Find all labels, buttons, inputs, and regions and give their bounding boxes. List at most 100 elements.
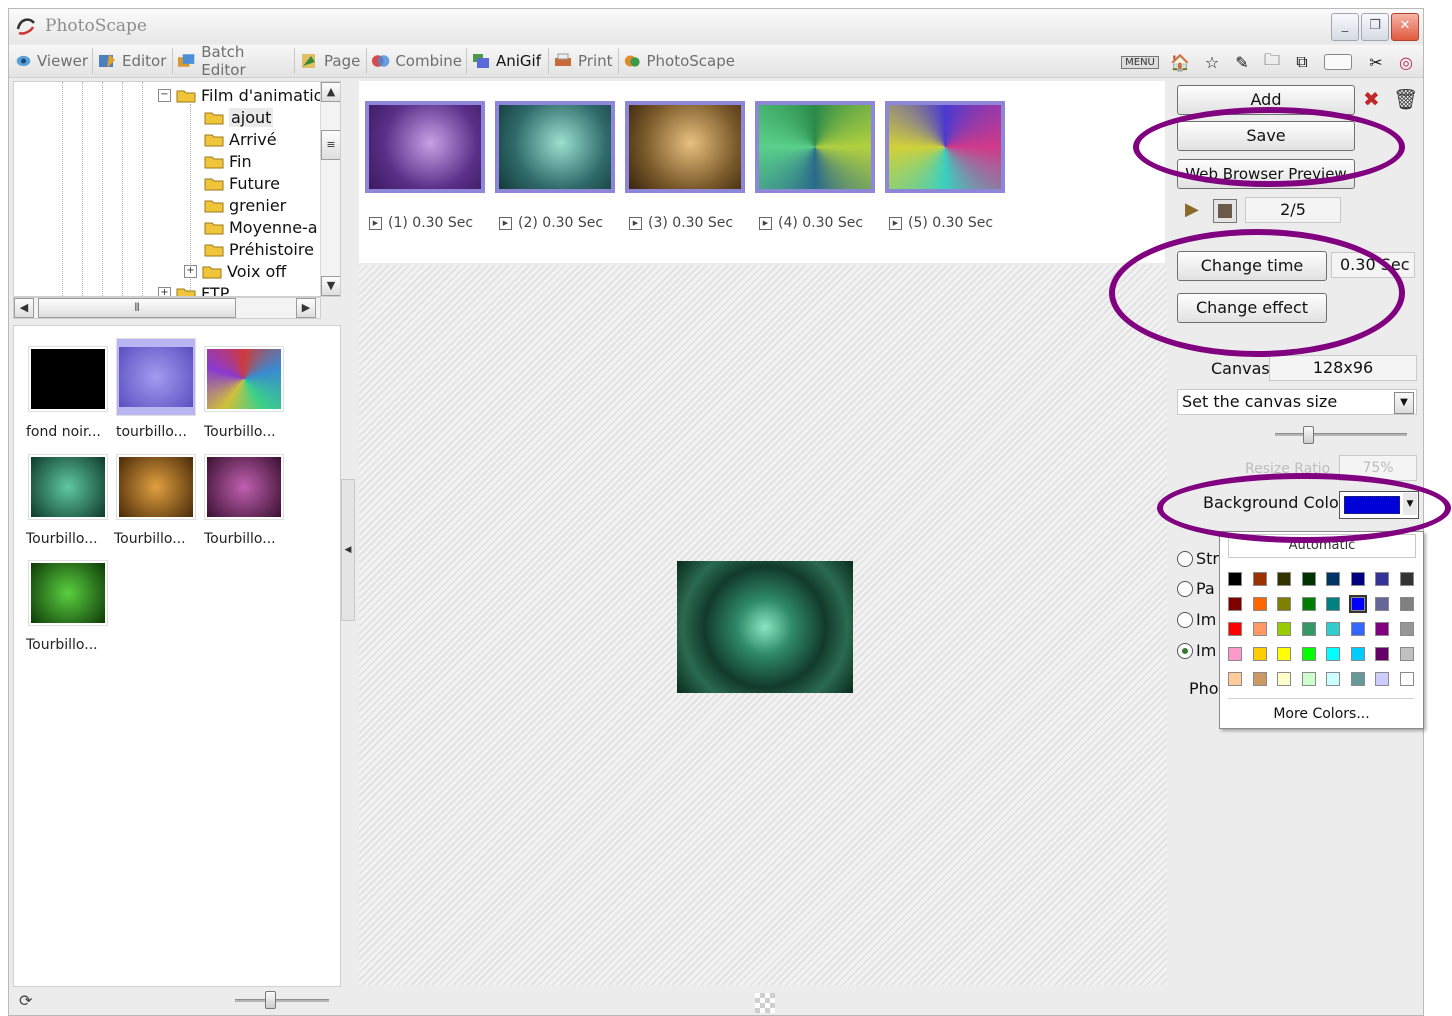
color-swatch[interactable] [1228, 597, 1242, 611]
color-swatch[interactable] [1277, 647, 1291, 661]
stop-button[interactable] [1213, 199, 1237, 223]
trash-icon[interactable]: 🗑 [1393, 87, 1418, 111]
color-swatch[interactable] [1399, 597, 1414, 611]
tab-print[interactable]: Print [549, 48, 619, 74]
radio-option[interactable] [1177, 612, 1193, 628]
expand-icon[interactable]: + [158, 286, 171, 296]
color-swatch[interactable] [1375, 572, 1389, 586]
color-swatch[interactable] [1301, 647, 1316, 661]
color-swatch[interactable] [1375, 622, 1389, 636]
thumbnail-item[interactable] [116, 338, 196, 416]
transparency-checker-icon[interactable] [755, 993, 775, 1013]
help-icon[interactable]: ◎ [1395, 51, 1417, 73]
frame-caption[interactable]: ▶ (4) 0.30 Sec [759, 215, 863, 231]
tools-icon[interactable]: ✎ [1231, 51, 1253, 73]
color-swatch[interactable] [1399, 622, 1414, 636]
blank-icon[interactable] [1323, 51, 1353, 73]
thumbnail-item[interactable] [28, 454, 108, 520]
color-swatch[interactable] [1277, 597, 1291, 611]
scroll-left-icon[interactable]: ◀ [14, 298, 34, 318]
tree-item-voix-off[interactable]: + Voix off [184, 260, 286, 282]
scroll-down-icon[interactable]: ▼ [321, 276, 340, 296]
tree-item-fin[interactable]: Fin [204, 150, 252, 172]
radio-option[interactable] [1177, 551, 1193, 567]
color-swatch[interactable] [1350, 572, 1365, 586]
color-swatch[interactable] [1228, 672, 1242, 686]
color-swatch[interactable] [1252, 597, 1267, 611]
title-bar[interactable]: PhotoScape _ ❐ ✕ [9, 9, 1423, 43]
collapse-icon[interactable]: − [158, 88, 171, 102]
tree-item-ajout[interactable]: ajout [204, 106, 274, 128]
tree-item-prehistoire[interactable]: Préhistoire [204, 238, 314, 260]
color-swatch[interactable] [1375, 597, 1389, 611]
color-swatch[interactable] [1301, 672, 1316, 686]
more-colors-button[interactable]: More Colors... [1220, 706, 1423, 722]
thumbnail-item[interactable] [204, 346, 284, 412]
canvas-size-select[interactable]: Set the canvas size ▼ [1177, 389, 1417, 415]
frame-play-icon[interactable]: ▶ [629, 216, 642, 230]
thumbnail-item[interactable] [28, 560, 108, 626]
color-swatch[interactable] [1326, 597, 1340, 611]
home-icon[interactable]: 🏠 [1169, 51, 1191, 73]
minimize-button[interactable]: _ [1331, 13, 1359, 41]
color-swatch[interactable] [1252, 647, 1267, 661]
star-icon[interactable]: ☆ [1201, 51, 1223, 73]
close-button[interactable]: ✕ [1391, 13, 1419, 41]
color-swatch[interactable] [1326, 647, 1340, 661]
frame-play-icon[interactable]: ▶ [889, 216, 902, 230]
frame-caption[interactable]: ▶ (5) 0.30 Sec [889, 215, 993, 231]
copy-icon[interactable]: ⧉ [1291, 51, 1313, 73]
color-swatch[interactable] [1252, 672, 1267, 686]
color-swatch[interactable] [1301, 622, 1316, 636]
radio-option-selected[interactable] [1177, 643, 1193, 659]
radio-option[interactable] [1177, 581, 1193, 597]
tree-item-ftp[interactable]: + FTP [158, 282, 229, 296]
color-swatch[interactable] [1350, 672, 1365, 686]
color-swatch[interactable] [1301, 572, 1316, 586]
tab-photoscape[interactable]: PhotoScape [619, 48, 739, 74]
collapse-panel-handle[interactable]: ◀ [341, 479, 355, 621]
tab-anigif[interactable]: AniGif [467, 48, 549, 74]
color-swatch[interactable] [1228, 572, 1242, 586]
restore-button[interactable]: ❐ [1361, 13, 1389, 41]
frame-play-icon[interactable]: ▶ [369, 216, 382, 230]
frame-caption[interactable]: ▶ (2) 0.30 Sec [499, 215, 603, 231]
tree-item-root[interactable]: − Film d'animatio [158, 84, 323, 106]
tree-item-moyenne[interactable]: Moyenne-a [204, 216, 318, 238]
color-swatch[interactable] [1252, 622, 1267, 636]
color-swatch[interactable] [1252, 572, 1267, 586]
tab-batch-editor[interactable]: Batch Editor [173, 43, 295, 79]
color-swatch[interactable] [1277, 572, 1291, 586]
frame-item[interactable] [755, 101, 875, 193]
scroll-thumb[interactable]: ≡ [321, 130, 340, 160]
frame-play-icon[interactable]: ▶ [499, 216, 512, 230]
tree-item-future[interactable]: Future [204, 172, 280, 194]
thumbnail-size-slider-knob[interactable] [265, 991, 276, 1009]
color-swatch[interactable] [1399, 672, 1414, 686]
frame-item[interactable] [495, 101, 615, 193]
color-swatch[interactable] [1399, 572, 1414, 586]
frame-caption[interactable]: ▶ (3) 0.30 Sec [629, 215, 733, 231]
tab-editor[interactable]: Editor [93, 48, 173, 74]
scroll-thumb-horizontal[interactable]: ⦀ [38, 298, 236, 318]
color-swatch[interactable] [1326, 622, 1340, 636]
canvas-size-slider[interactable] [1275, 433, 1407, 436]
thumbnail-item[interactable] [116, 454, 196, 520]
color-swatch[interactable] [1350, 622, 1365, 636]
frame-item[interactable] [885, 101, 1005, 193]
color-swatch[interactable] [1326, 572, 1340, 586]
color-swatch[interactable] [1277, 622, 1291, 636]
color-swatch[interactable] [1277, 672, 1291, 686]
tree-vertical-scrollbar[interactable]: ▲ ≡ ▼ [320, 82, 340, 296]
frame-item[interactable] [365, 101, 485, 193]
color-swatch[interactable] [1399, 647, 1414, 661]
delete-frame-icon[interactable]: ✖ [1363, 87, 1380, 111]
color-swatch[interactable] [1348, 595, 1367, 613]
frame-caption[interactable]: ▶ (1) 0.30 Sec [369, 215, 473, 231]
folder-open-icon[interactable]: 🗀 [1261, 50, 1283, 73]
scissors-icon[interactable]: ✂ [1365, 51, 1387, 73]
color-swatch[interactable] [1228, 647, 1242, 661]
color-swatch[interactable] [1301, 597, 1316, 611]
thumbnail-item[interactable] [28, 346, 108, 412]
tab-viewer[interactable]: Viewer [11, 48, 93, 74]
